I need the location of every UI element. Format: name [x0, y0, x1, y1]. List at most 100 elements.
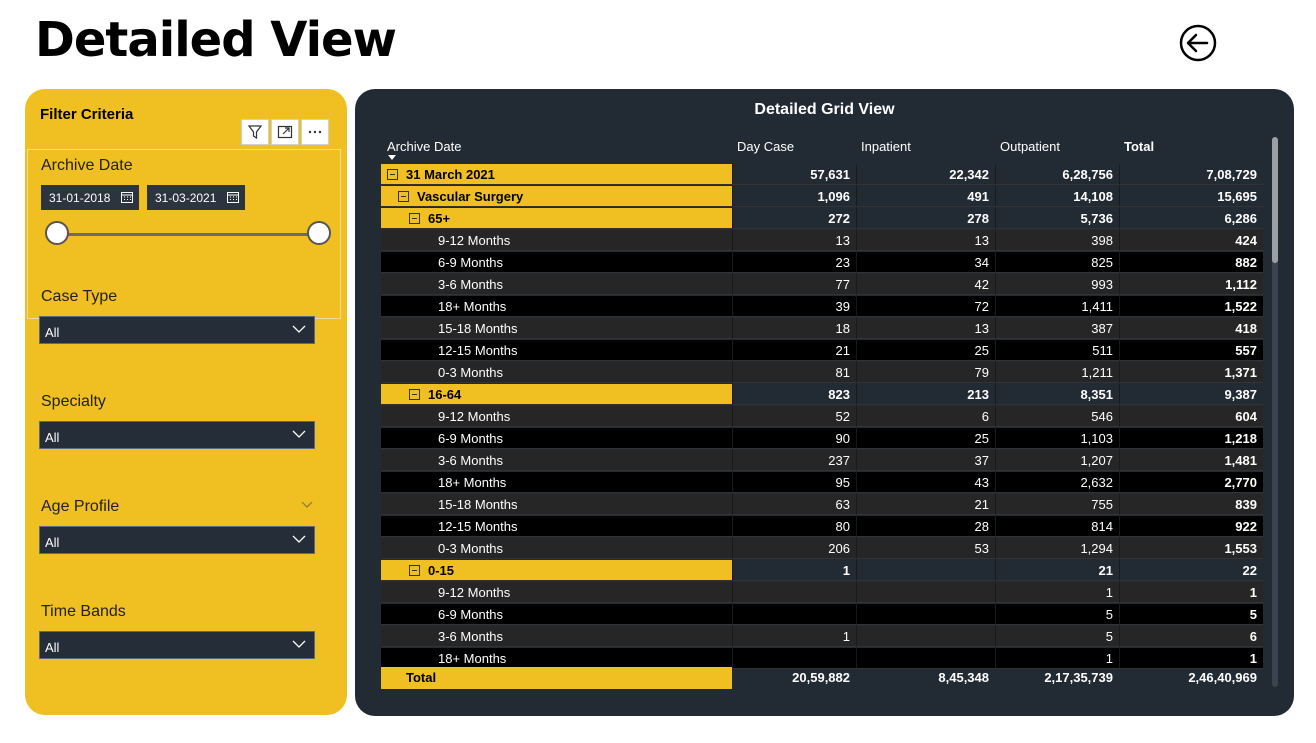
- table-cell: 5: [995, 626, 1119, 647]
- table-cell: 13: [856, 318, 995, 339]
- row-label: 9-12 Months: [381, 406, 732, 427]
- slider-end-handle[interactable]: [307, 221, 331, 245]
- row-label-text: Vascular Surgery: [417, 189, 524, 204]
- table-row: 9-12 Months 13 13 398 424: [381, 230, 1263, 252]
- case-type-dropdown[interactable]: All: [39, 316, 315, 344]
- table-cell: [856, 626, 995, 647]
- table-cell: 43: [856, 472, 995, 493]
- group-row: 0-15 1 21 22: [381, 560, 1263, 582]
- table-cell: 21: [995, 560, 1119, 581]
- table-row: 3-6 Months 77 42 993 1,112: [381, 274, 1263, 296]
- age-profile-dropdown[interactable]: All: [39, 526, 315, 554]
- filter-panel: Filter Criteria Archive Date 31-01-2018 …: [25, 89, 347, 715]
- column-header-outpatient[interactable]: Outpatient: [1000, 139, 1060, 154]
- chevron-down-icon[interactable]: [301, 501, 313, 508]
- table-cell: 398: [995, 230, 1119, 251]
- column-header-inpatient[interactable]: Inpatient: [861, 139, 911, 154]
- date-from-input[interactable]: 31-01-2018: [41, 185, 139, 210]
- table-cell: 604: [1119, 406, 1263, 427]
- table-cell: 755: [995, 494, 1119, 515]
- table-cell: 1,218: [1119, 428, 1263, 449]
- row-label[interactable]: 31 March 2021: [381, 164, 732, 185]
- row-label-text: 0-3 Months: [438, 365, 504, 380]
- column-header-total[interactable]: Total: [1124, 139, 1154, 154]
- collapse-icon[interactable]: [409, 213, 420, 225]
- date-to-input[interactable]: 31-03-2021: [147, 185, 245, 210]
- row-label[interactable]: 65+: [381, 208, 732, 229]
- grid-title: Detailed Grid View: [754, 101, 895, 118]
- row-label: 12-15 Months: [381, 516, 732, 537]
- table-cell: [732, 648, 856, 669]
- table-cell: 387: [995, 318, 1119, 339]
- row-label: 0-3 Months: [381, 362, 732, 383]
- scrollbar-thumb[interactable]: [1272, 137, 1278, 263]
- row-label-text: 15-18 Months: [438, 321, 518, 336]
- filter-icon[interactable]: [241, 119, 269, 145]
- total-row: Total 20,59,882 8,45,348 2,17,35,739 2,4…: [381, 667, 1263, 689]
- row-label: 15-18 Months: [381, 494, 732, 515]
- table-row: 6-9 Months 5 5: [381, 604, 1263, 626]
- row-label-text: 12-15 Months: [438, 519, 518, 534]
- table-cell: 13: [856, 230, 995, 251]
- table-cell: 22,342: [856, 164, 995, 185]
- specialty-value: All: [45, 430, 60, 445]
- column-header-archive-date[interactable]: Archive Date: [387, 139, 461, 154]
- more-options-icon[interactable]: [301, 119, 329, 145]
- calendar-icon[interactable]: [121, 191, 133, 203]
- table-cell: 95: [732, 472, 856, 493]
- group-row: Vascular Surgery 1,096 491 14,108 15,695: [381, 186, 1263, 208]
- table-cell: 1: [1119, 582, 1263, 603]
- table-row: 0-3 Months 81 79 1,211 1,371: [381, 362, 1263, 384]
- chevron-down-icon: [292, 535, 306, 543]
- table-cell: 23: [732, 252, 856, 273]
- time-bands-dropdown[interactable]: All: [39, 631, 315, 659]
- row-label-text: 12-15 Months: [438, 343, 518, 358]
- row-label-text: 0-3 Months: [438, 541, 504, 556]
- table-row: 18+ Months 39 72 1,411 1,522: [381, 296, 1263, 318]
- row-label-text: 31 March 2021: [406, 167, 495, 182]
- calendar-icon[interactable]: [227, 191, 239, 203]
- back-arrow-circle-icon: [1179, 24, 1217, 62]
- table-row: 12-15 Months 80 28 814 922: [381, 516, 1263, 538]
- row-label[interactable]: 16-64: [381, 384, 732, 405]
- matrix-table: 31 March 2021 57,631 22,342 6,28,756 7,08,72…: [381, 164, 1263, 670]
- age-profile-label: Age Profile: [41, 498, 120, 515]
- table-cell: 52: [732, 406, 856, 427]
- archive-date-label: Archive Date: [41, 157, 133, 174]
- table-cell: 1,294: [995, 538, 1119, 559]
- row-label[interactable]: Vascular Surgery: [381, 186, 732, 207]
- collapse-icon[interactable]: [409, 389, 420, 401]
- column-header-day-case[interactable]: Day Case: [737, 139, 794, 154]
- table-cell: 28: [856, 516, 995, 537]
- table-cell: 1,371: [1119, 362, 1263, 383]
- collapse-icon[interactable]: [409, 565, 420, 577]
- table-cell: 21: [856, 494, 995, 515]
- table-cell: [856, 604, 995, 625]
- row-label-text: 18+ Months: [438, 299, 507, 314]
- row-label: 3-6 Months: [381, 274, 732, 295]
- table-cell: [732, 582, 856, 603]
- back-button[interactable]: [1179, 24, 1217, 62]
- focus-mode-icon[interactable]: [271, 119, 299, 145]
- collapse-icon[interactable]: [387, 169, 398, 181]
- specialty-dropdown[interactable]: All: [39, 421, 315, 449]
- row-label-text: 0-15: [428, 563, 455, 578]
- row-label: 9-12 Months: [381, 582, 732, 603]
- table-cell: 34: [856, 252, 995, 273]
- table-cell: 1,553: [1119, 538, 1263, 559]
- visual-toolbar: [241, 119, 329, 145]
- table-row: 12-15 Months 21 25 511 557: [381, 340, 1263, 362]
- row-label-text: 18+ Months: [438, 651, 507, 666]
- table-cell: 1: [1119, 648, 1263, 669]
- table-cell: 63: [732, 494, 856, 515]
- date-range-slider-track[interactable]: [55, 233, 321, 236]
- row-label-text: 18+ Months: [438, 475, 507, 490]
- collapse-icon[interactable]: [398, 191, 409, 203]
- slider-start-handle[interactable]: [45, 221, 69, 245]
- vertical-scrollbar[interactable]: [1272, 137, 1278, 687]
- table-cell: 1: [995, 582, 1119, 603]
- table-cell: 418: [1119, 318, 1263, 339]
- row-label[interactable]: 0-15: [381, 560, 732, 581]
- table-cell: 5,736: [995, 208, 1119, 229]
- table-cell: [856, 560, 995, 581]
